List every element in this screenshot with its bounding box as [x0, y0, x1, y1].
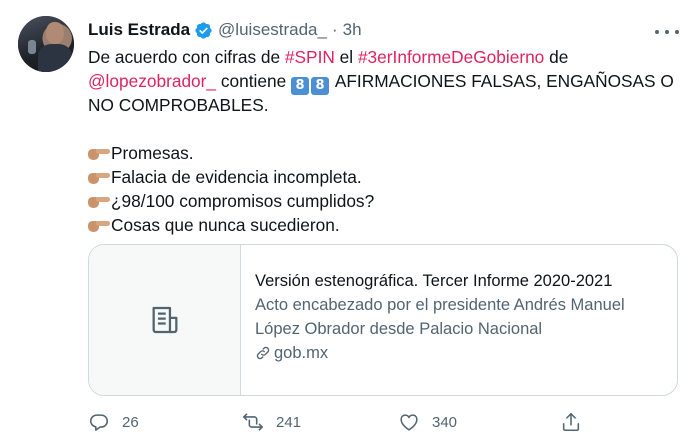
like-icon — [400, 414, 418, 431]
tweet-text: De acuerdo con cifras de #SPIN el #3erIn… — [88, 45, 688, 237]
bullet-text: ¿98/100 compromisos cumplidos? — [111, 191, 375, 211]
more-icon[interactable] — [655, 22, 679, 42]
hashtag-spin[interactable]: #SPIN — [285, 47, 335, 67]
tweet: Luis Estrada @luisestrada_ · 3h De acuer… — [0, 0, 700, 447]
bullet-item: Cosas que nunca sucedieron. — [88, 213, 688, 237]
reply-button[interactable]: 26 — [88, 408, 139, 436]
bullet-item: Promesas. — [88, 141, 688, 165]
card-domain: gob.mx — [255, 341, 665, 365]
like-button[interactable]: 340 — [398, 408, 457, 436]
action-bar: 26 241 340 — [88, 408, 688, 436]
author-name[interactable]: Luis Estrada — [88, 20, 190, 40]
card-thumbnail — [89, 245, 241, 395]
pointing-hand-icon — [88, 194, 110, 208]
text-span: el — [334, 47, 358, 67]
text-span: contiene — [216, 71, 291, 91]
tweet-time[interactable]: 3h — [343, 20, 362, 40]
card-body: Versión estenográfica. Tercer Informe 20… — [255, 269, 665, 365]
card-description-line: Acto encabezado por el presidente Andrés… — [255, 296, 625, 314]
retweet-button[interactable]: 241 — [242, 408, 301, 436]
text-span: De acuerdo con cifras de — [88, 47, 285, 67]
like-count: 340 — [432, 413, 458, 431]
pointing-hand-icon — [88, 218, 110, 232]
card-description: Acto encabezado por el presidente Andrés… — [255, 293, 665, 341]
bullet-text: Cosas que nunca sucedieron. — [111, 215, 340, 235]
keycap-digit-emoji: 8 — [291, 77, 309, 95]
separator-dot: · — [331, 20, 338, 39]
keycap-digit-emoji: 8 — [311, 77, 329, 95]
card-title: Versión estenográfica. Tercer Informe 20… — [255, 272, 613, 290]
pointing-hand-icon — [88, 146, 110, 160]
text-span: de — [544, 47, 569, 67]
document-icon — [152, 306, 177, 334]
bullet-text: Promesas. — [111, 143, 194, 163]
tweet-line-1: De acuerdo con cifras de #SPIN el #3erIn… — [88, 45, 688, 69]
tweet-line-2: @lopezobrador_ contiene 88 AFIRMACIONES … — [88, 69, 688, 95]
pointing-hand-icon — [88, 170, 110, 184]
verified-badge-icon — [194, 21, 213, 40]
hashtag-informe[interactable]: #3erInformeDeGobierno — [358, 47, 544, 67]
card-domain-text: gob.mx — [274, 344, 329, 362]
link-card[interactable]: Versión estenográfica. Tercer Informe 20… — [88, 244, 678, 396]
share-button[interactable] — [560, 408, 582, 436]
bullet-text: Falacia de evidencia incompleta. — [111, 167, 362, 187]
text-span: AFIRMACIONES FALSAS, ENGAÑOSAS O — [331, 71, 674, 91]
mention-lopezobrador[interactable]: @lopezobrador_ — [88, 71, 216, 91]
author-handle[interactable]: @luisestrada_ — [218, 20, 327, 40]
retweet-count: 241 — [276, 413, 302, 431]
link-icon — [256, 346, 270, 360]
avatar[interactable] — [18, 16, 74, 72]
reply-icon — [89, 414, 109, 431]
share-icon — [562, 412, 580, 432]
bullet-item: ¿98/100 compromisos cumplidos? — [88, 189, 688, 213]
reply-count: 26 — [122, 413, 139, 431]
tweet-line-3: NO COMPROBABLES. — [88, 95, 269, 115]
card-description-line: López Obrador desde Palacio Nacional — [255, 320, 543, 338]
retweet-icon — [243, 413, 263, 431]
tweet-header: Luis Estrada @luisestrada_ · 3h — [88, 18, 362, 42]
bullet-item: Falacia de evidencia incompleta. — [88, 165, 688, 189]
